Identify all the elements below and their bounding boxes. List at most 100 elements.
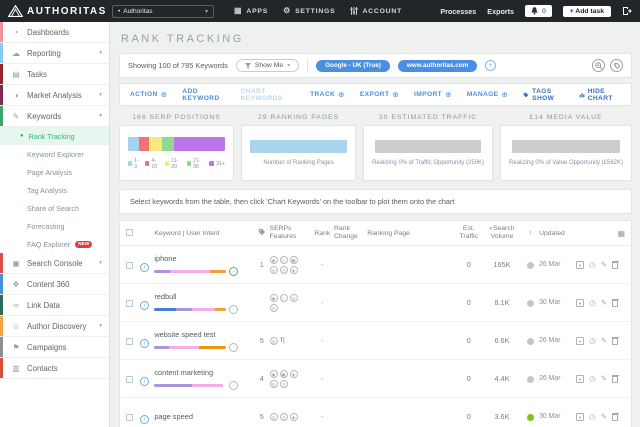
nav-account[interactable]: ACCOUNT: [350, 7, 402, 15]
history-clock-icon[interactable]: ◷: [589, 337, 596, 345]
history-clock-icon[interactable]: ◷: [589, 261, 596, 269]
header-serps-features[interactable]: SERPs Features: [270, 225, 311, 241]
serp-feature-icon: ◎: [269, 265, 278, 274]
serp-feature-icon: ▣: [279, 369, 288, 378]
history-clock-icon[interactable]: ◷: [589, 299, 596, 307]
row-checkbox[interactable]: [126, 413, 133, 421]
info-icon[interactable]: i: [139, 300, 149, 310]
tags-show-button[interactable]: TAGS SHOW: [523, 88, 565, 102]
keyword-text[interactable]: iphone: [154, 254, 254, 263]
filter-pill-domain[interactable]: www.authoritas.com: [397, 59, 478, 72]
hide-chart-button[interactable]: HIDE CHART: [579, 88, 621, 102]
intent-segment: [154, 383, 192, 387]
serp-preview-icon[interactable]: ▾: [576, 374, 585, 383]
header-rank-change[interactable]: Rank Change: [334, 225, 367, 241]
delete-trash-icon[interactable]: [611, 412, 619, 421]
keyword-text[interactable]: redbull: [154, 292, 254, 301]
row-checkbox[interactable]: [126, 299, 133, 307]
content-360-icon: ❖: [12, 279, 20, 289]
edit-pencil-icon[interactable]: ✎: [601, 375, 607, 383]
delete-trash-icon[interactable]: [611, 260, 619, 269]
sidebar-item-dashboards[interactable]: ◔ Dashboards: [0, 22, 109, 43]
header-tag: [254, 228, 270, 238]
sidebar-item-tasks[interactable]: ▤ Tasks: [0, 64, 109, 85]
sidebar-item-market-analysis[interactable]: ◑ Market Analysis ▾: [0, 85, 109, 106]
delete-trash-icon[interactable]: [611, 298, 619, 307]
notifications-button[interactable]: 0: [525, 5, 552, 17]
sidebar-item-keywords[interactable]: ✎ Keywords ▾: [0, 106, 109, 127]
header-ranking-page[interactable]: Ranking Page: [367, 230, 455, 237]
show-me-dropdown[interactable]: Show Me ▾: [235, 59, 300, 72]
keyword-cell: content marketing ◦: [154, 368, 254, 390]
history-clock-icon[interactable]: ◷: [589, 413, 596, 421]
keyword-text[interactable]: content marketing: [154, 368, 254, 377]
organisation-selector[interactable]: • Authoritas ▾: [112, 4, 214, 18]
track-button[interactable]: TRACK ⊕: [310, 90, 345, 99]
add-filter-button[interactable]: +: [485, 60, 497, 71]
row-checkbox[interactable]: [126, 261, 133, 269]
delete-trash-icon[interactable]: [611, 374, 619, 383]
sidebar-item-search-console[interactable]: ▣ Search Console ▾: [0, 253, 109, 274]
edit-pencil-icon[interactable]: ✎: [601, 337, 607, 345]
edit-pencil-icon[interactable]: ✎: [601, 261, 607, 269]
sidebar-item-rank-tracking[interactable]: ● Rank Tracking: [0, 127, 109, 145]
export-button[interactable]: EXPORT ⊕: [360, 90, 399, 99]
header-rank[interactable]: Rank: [311, 230, 334, 237]
saved-filter-button[interactable]: [610, 59, 623, 72]
sidebar-item-page-analysis[interactable]: · Page Analysis: [0, 163, 109, 181]
edit-pencil-icon[interactable]: ✎: [601, 413, 607, 421]
color-strip: [0, 295, 3, 315]
nav-apps[interactable]: ▦ APPS: [234, 7, 268, 15]
column-settings-icon[interactable]: ▦: [617, 229, 625, 238]
serp-feature-icon: ◉: [269, 293, 278, 302]
add-keyword-button[interactable]: ADD KEYWORD: [182, 88, 225, 102]
legend-swatch: [209, 161, 215, 166]
import-button[interactable]: IMPORT ⊕: [414, 90, 452, 99]
serp-preview-icon[interactable]: ▾: [576, 412, 585, 421]
intent-segment: [170, 269, 211, 273]
sidebar-item-faq-explorer[interactable]: · FAQ Explorer NEW: [0, 235, 109, 253]
history-clock-icon[interactable]: ◷: [589, 375, 596, 383]
info-icon[interactable]: i: [139, 338, 149, 348]
filter-pill-search-engine[interactable]: Google - UK (True): [316, 59, 390, 72]
serp-preview-icon[interactable]: ▾: [576, 336, 585, 345]
sidebar-item-author-discovery[interactable]: ☺ Author Discovery ▾: [0, 316, 109, 337]
header-updated[interactable]: Updated: [539, 230, 576, 237]
zoom-search-button[interactable]: [592, 59, 605, 72]
delete-trash-icon[interactable]: [611, 336, 619, 345]
exports-link[interactable]: Exports: [487, 7, 514, 16]
row-checkbox[interactable]: [126, 337, 133, 345]
chart-keywords-button[interactable]: CHART KEYWORDS: [241, 88, 296, 102]
logout-icon[interactable]: [622, 6, 632, 16]
tag-icon: [258, 228, 265, 236]
info-icon[interactable]: i: [139, 262, 149, 272]
sidebar-item-forecasting[interactable]: · Forecasting: [0, 217, 109, 235]
manage-button[interactable]: MANAGE ⊕: [467, 90, 508, 99]
nav-settings[interactable]: ⚙ SETTINGS: [283, 7, 335, 15]
circle-plus-icon: ⊕: [160, 90, 168, 99]
sidebar-item-reporting[interactable]: ☁ Reporting ▾: [0, 43, 109, 64]
sidebar-item-share-of-search[interactable]: · Share of Search: [0, 199, 109, 217]
header-sort-arrow[interactable]: ↑: [522, 230, 540, 237]
header-search-volume[interactable]: ▾Search Volume: [482, 225, 521, 241]
select-all-checkbox[interactable]: [126, 228, 133, 236]
keyword-text[interactable]: website speed test: [154, 330, 254, 339]
serp-preview-icon[interactable]: ▾: [576, 298, 585, 307]
sidebar-item-tag-analysis[interactable]: · Tag Analysis: [0, 181, 109, 199]
keyword-text[interactable]: page speed: [154, 412, 254, 421]
sidebar-item-contacts[interactable]: ▥ Contacts: [0, 358, 109, 379]
sidebar-item-campaigns[interactable]: ⚑ Campaigns: [0, 337, 109, 358]
header-est-traffic[interactable]: Est. Traffic: [455, 225, 482, 241]
sidebar-item-link-data[interactable]: ∞ Link Data: [0, 295, 109, 316]
info-icon[interactable]: i: [139, 376, 149, 386]
row-checkbox[interactable]: [126, 375, 133, 383]
sidebar-item-keyword-explorer[interactable]: · Keyword Explorer: [0, 145, 109, 163]
sidebar-item-content-360[interactable]: ❖ Content 360: [0, 274, 109, 295]
action-button[interactable]: ACTION ⊕: [130, 90, 167, 99]
add-task-button[interactable]: + Add task: [562, 5, 611, 17]
processes-link[interactable]: Processes: [440, 7, 476, 16]
serp-preview-icon[interactable]: ▾: [576, 260, 585, 269]
header-keyword[interactable]: Keyword | User Intent: [154, 230, 254, 237]
edit-pencil-icon[interactable]: ✎: [601, 299, 607, 307]
info-icon[interactable]: i: [139, 414, 149, 424]
